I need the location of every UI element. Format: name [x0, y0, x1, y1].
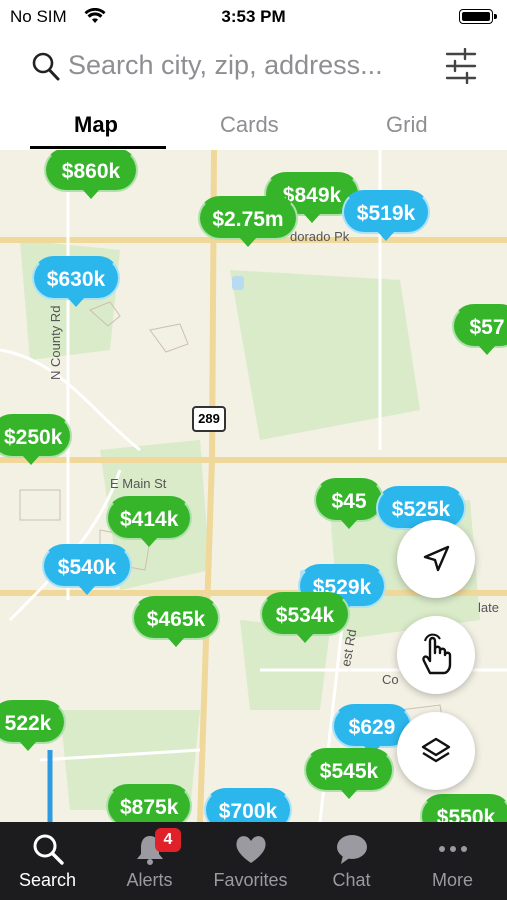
price-pin[interactable]: $860k	[44, 150, 138, 199]
price-pin[interactable]: $630k	[32, 256, 120, 307]
price-pin[interactable]: $57	[452, 304, 507, 355]
battery-icon	[459, 9, 497, 24]
map-view[interactable]: E Main St N County Rd 289 dorado Pk Co e…	[0, 150, 507, 822]
road-label: Co	[382, 672, 399, 687]
tabbar-label: Favorites	[213, 870, 288, 890]
search-bar[interactable]: Search city, zip, address...	[0, 38, 507, 98]
view-tabs: Map Cards Grid	[0, 100, 507, 150]
clock: 3:53 PM	[221, 7, 286, 26]
tab-cards[interactable]: Cards	[220, 112, 279, 138]
price-pin[interactable]: $550k	[420, 794, 507, 822]
price-pin[interactable]: $414k	[106, 496, 192, 547]
tab-grid[interactable]: Grid	[386, 112, 428, 138]
tabbar-more[interactable]: More	[402, 822, 503, 900]
price-pin[interactable]: $534k	[260, 592, 350, 643]
price-pin[interactable]: $45	[314, 478, 384, 529]
price-pin[interactable]: $465k	[132, 596, 220, 647]
status-bar: No SIM 3:53 PM	[0, 0, 507, 34]
price-pin[interactable]: $250k	[0, 414, 72, 465]
more-dots-icon	[439, 846, 467, 852]
filter-sliders-icon[interactable]	[445, 48, 477, 84]
tabbar-label: More	[431, 870, 473, 890]
search-input[interactable]: Search city, zip, address...	[68, 50, 383, 81]
tabbar-label: Alerts	[126, 870, 173, 890]
layers-icon	[421, 737, 451, 763]
tabbar-chat[interactable]: Chat	[301, 822, 402, 900]
search-icon	[32, 52, 60, 81]
price-pin[interactable]: $545k	[304, 748, 394, 799]
active-tab-indicator	[30, 146, 166, 149]
location-arrow-icon	[423, 545, 450, 572]
alerts-badge: 4	[155, 828, 181, 852]
price-pin[interactable]: $2.75m	[198, 196, 298, 247]
tabbar-favorites[interactable]: Favorites	[200, 822, 301, 900]
tabbar-label: Chat	[332, 870, 371, 890]
road-label: N County Rd	[48, 305, 63, 380]
price-pin[interactable]: $519k	[342, 190, 430, 241]
draw-search-button[interactable]	[397, 616, 475, 694]
road-label: E Main St	[110, 476, 167, 491]
price-pin[interactable]: $540k	[42, 544, 132, 595]
price-pin[interactable]: $700k	[204, 788, 292, 822]
hand-pointer-icon	[422, 633, 452, 675]
map-layers-button[interactable]	[397, 712, 475, 790]
search-icon	[33, 834, 64, 865]
tabbar-search[interactable]: Search	[0, 822, 98, 900]
tab-map[interactable]: Map	[74, 112, 118, 138]
tabbar-alerts[interactable]: 4 Alerts	[99, 822, 200, 900]
bottom-tab-bar: Search 4 Alerts Favorites Chat More	[0, 822, 507, 900]
road-label: late	[478, 600, 499, 615]
tabbar-label: Search	[18, 870, 77, 890]
my-location-button[interactable]	[397, 520, 475, 598]
highway-shield: 289	[192, 406, 226, 432]
price-pin[interactable]: 522k	[0, 700, 66, 751]
price-pin[interactable]: $875k	[106, 784, 192, 822]
heart-icon	[236, 836, 266, 863]
road-label: dorado Pk	[290, 229, 350, 244]
chat-bubble-icon	[337, 835, 367, 864]
